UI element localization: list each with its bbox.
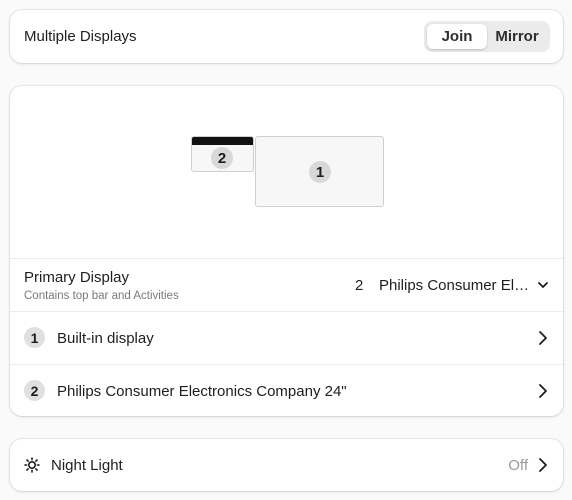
monitor-1[interactable]: 1 <box>255 136 384 207</box>
monitor-2[interactable]: 2 <box>191 136 254 172</box>
mirror-button[interactable]: Mirror <box>487 24 547 49</box>
primary-display-number: 2 <box>355 277 364 294</box>
night-light-label: Night Light <box>51 457 123 474</box>
chevron-right-icon <box>539 458 547 472</box>
display-name: Philips Consumer Electronics Company 24" <box>57 383 347 400</box>
display-arrangement-card: 2 1 Primary Display Contains top bar and… <box>10 86 563 416</box>
display-arrangement-area: 2 1 <box>10 86 563 258</box>
join-button[interactable]: Join <box>427 24 487 49</box>
chevron-right-icon <box>539 384 547 398</box>
night-light-row[interactable]: Night Light Off <box>10 439 563 491</box>
primary-display-name: Philips Consumer El… <box>379 277 530 294</box>
sun-icon <box>24 457 40 473</box>
display-name: Built-in display <box>57 330 154 347</box>
multiple-displays-label: Multiple Displays <box>24 28 137 45</box>
display-row-philips[interactable]: 2 Philips Consumer Electronics Company 2… <box>10 364 563 416</box>
primary-display-subtitle: Contains top bar and Activities <box>24 290 179 302</box>
chevron-right-icon <box>539 331 547 345</box>
monitor-2-number: 2 <box>211 147 233 169</box>
monitor-1-number: 1 <box>309 161 331 183</box>
display-number-badge: 1 <box>24 327 45 348</box>
monitor-top-bar <box>192 137 253 145</box>
multiple-displays-card: Multiple Displays Join Mirror <box>10 10 563 63</box>
display-mode-switch: Join Mirror <box>424 21 550 52</box>
night-light-status: Off <box>508 457 528 474</box>
chevron-down-icon <box>538 282 548 288</box>
display-number-badge: 2 <box>24 380 45 401</box>
display-row-builtin[interactable]: 1 Built-in display <box>10 311 563 364</box>
primary-display-title: Primary Display <box>24 269 130 286</box>
primary-display-row: Primary Display Contains top bar and Act… <box>10 258 563 311</box>
primary-display-dropdown[interactable]: 2 Philips Consumer El… <box>343 259 563 312</box>
